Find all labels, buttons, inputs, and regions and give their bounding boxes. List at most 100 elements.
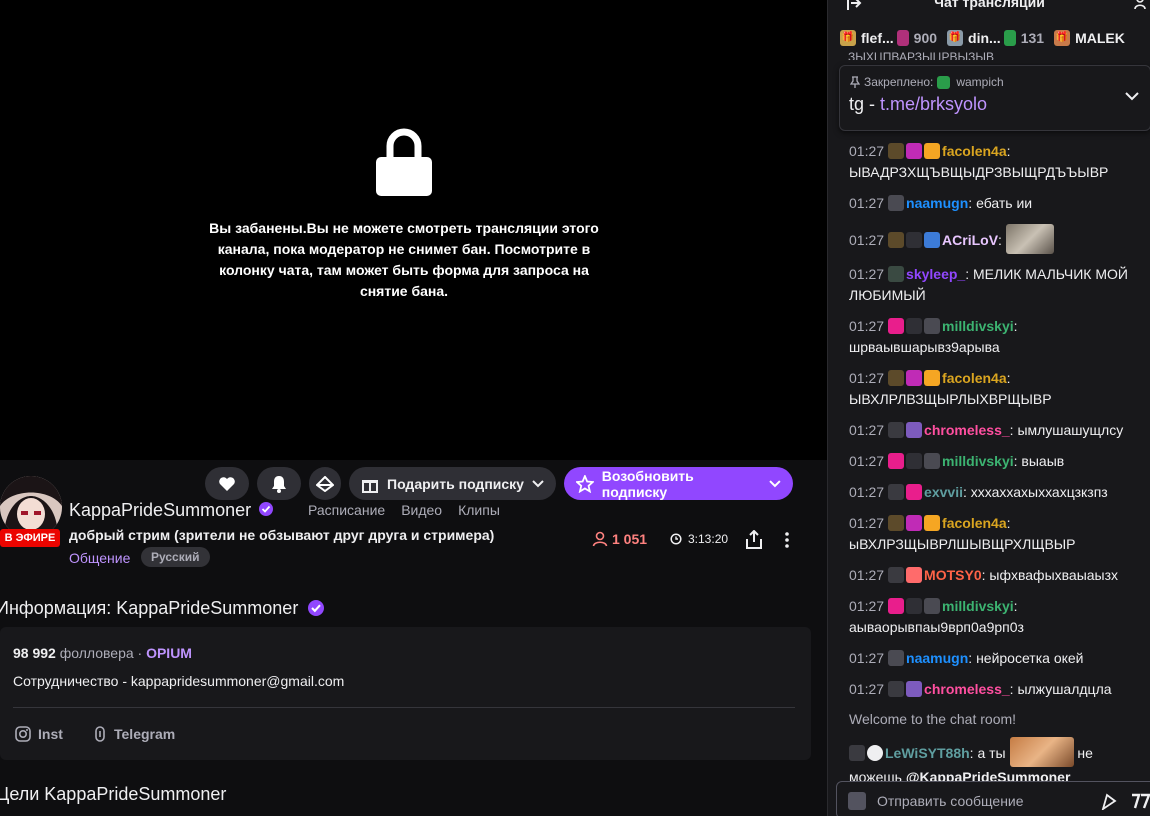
chat-badge-icon[interactable] <box>924 598 941 614</box>
chat-badge-icon[interactable] <box>888 195 905 211</box>
message-username[interactable]: ACriLoV <box>942 232 998 248</box>
chat-message[interactable]: 01:27 facolen4a: ыВХЛРЗЩЫВРЛШЫВЩРХЛЩВЫР <box>849 508 1146 560</box>
message-username[interactable]: MOTSY0 <box>924 567 982 583</box>
pinned-message[interactable]: Закреплено: wampich tg - t.me/brksyolo <box>839 65 1150 131</box>
chat-message[interactable]: 01:27 exvvii: хххаххахыххахцзкзпз <box>849 477 1146 508</box>
bits-icon[interactable] <box>1100 792 1118 810</box>
chat-settings-icon[interactable] <box>848 792 866 810</box>
chat-messages: 01:27 facolen4a: ЫВАДРЗХЩЪВЩЫДРЗВЫЩРДЪЪЫВ… <box>849 136 1146 793</box>
chat-badge-icon[interactable] <box>888 515 905 531</box>
channel-name[interactable]: KappaPrideSummoner <box>69 500 251 521</box>
prime-button[interactable] <box>309 467 341 500</box>
chat-badge-icon[interactable] <box>888 453 905 469</box>
notifications-button[interactable] <box>257 467 301 500</box>
chat-message[interactable]: 01:27 naamugn: нейросетка окей <box>849 643 1146 674</box>
chat-message[interactable]: 01:27 chromeless_: ылжушалдцла <box>849 674 1146 705</box>
message-username[interactable]: facolen4a <box>942 370 1007 386</box>
chat-badge-icon[interactable] <box>906 232 923 248</box>
chat-message[interactable]: 01:27 facolen4a: ЫВХЛРЛВЗЩЫРЛЫХВРЩЫВР <box>849 363 1146 415</box>
chat-message[interactable]: 01:27 milldivskyi: выаыв <box>849 446 1146 477</box>
chat-badge-icon[interactable] <box>906 370 923 386</box>
tab-schedule[interactable]: Расписание <box>308 502 385 518</box>
chat-badge-icon[interactable] <box>888 650 905 666</box>
gift-sub-button[interactable]: Подарить подписку <box>349 467 556 500</box>
message-username[interactable]: milldivskyi <box>942 598 1014 614</box>
chat-message[interactable]: 01:27 MOTSY0: ыфхвафыхваыаызх <box>849 560 1146 591</box>
chat-badge-icon[interactable] <box>888 318 905 334</box>
chat-badge-icon[interactable] <box>906 453 923 469</box>
main-column: Вы забанены.Вы не можете смотреть трансл… <box>0 0 827 816</box>
chat-message[interactable]: 01:27 skyleep_: МЕЛИК МАЛЬЧИК МОЙ ЛЮБИМЫЙ <box>849 259 1146 311</box>
chat-badge-icon[interactable] <box>924 143 941 159</box>
message-username[interactable]: chromeless_ <box>924 681 1010 697</box>
chat-message[interactable]: 01:27 ACriLoV: <box>849 219 1146 259</box>
chat-message[interactable]: 01:27 facolen4a: ЫВАДРЗХЩЪВЩЫДРЗВЫЩРДЪЪЫВ… <box>849 136 1146 188</box>
chat-badge-icon[interactable] <box>924 232 941 248</box>
stream-title: добрый стрим (зрители не обзывают друг д… <box>69 527 495 543</box>
chat-badge-icon[interactable] <box>849 745 865 761</box>
message-username[interactable]: exvvii <box>924 484 963 500</box>
chat-badge-icon[interactable] <box>888 422 905 438</box>
chat-message[interactable]: 01:27 milldivskyi: шрваывшарывз9арыва <box>849 311 1146 363</box>
gifter-entry[interactable]: 🎁 MALEK <box>1054 30 1125 46</box>
chat-input[interactable]: Отправить сообщение <box>836 781 1150 816</box>
pinned-by: wampich <box>956 75 1004 89</box>
chat-badge-icon[interactable] <box>906 318 923 334</box>
chat-badge-icon[interactable] <box>888 598 905 614</box>
tab-clips[interactable]: Клипы <box>458 502 500 518</box>
message-username[interactable]: skyleep_ <box>906 266 965 282</box>
tab-videos[interactable]: Видео <box>401 502 442 518</box>
skull-badge-icon[interactable] <box>867 745 883 761</box>
follow-button[interactable] <box>205 467 249 500</box>
chevron-down-icon[interactable] <box>1125 91 1139 101</box>
message-username[interactable]: facolen4a <box>942 143 1007 159</box>
language-tag[interactable]: Русский <box>141 547 210 567</box>
gift-badge-icon: 🎁 <box>947 30 964 46</box>
chat-badge-icon[interactable] <box>888 370 905 386</box>
chat-badge-icon[interactable] <box>888 266 905 282</box>
gift-sub-label: Подарить подписку <box>387 475 524 492</box>
emote-image[interactable] <box>1009 737 1074 767</box>
chat-badge-icon[interactable] <box>906 567 923 583</box>
chat-badge-icon[interactable] <box>906 484 923 500</box>
gifter-entry[interactable]: 🎁 flef... 900 <box>840 30 937 46</box>
gifter-entry[interactable]: 🎁 din... 131 <box>947 30 1044 46</box>
resubscribe-button[interactable]: Возобновить подписку <box>564 467 793 500</box>
chat-message[interactable]: 01:27 chromeless_: ымлушашущлсу <box>849 415 1146 446</box>
chat-badge-icon[interactable] <box>888 232 905 248</box>
social-link-inst[interactable]: Inst <box>15 726 63 742</box>
chat-badge-icon[interactable] <box>906 422 923 438</box>
share-icon[interactable] <box>745 530 763 550</box>
chat-badge-icon[interactable] <box>906 143 923 159</box>
message-username[interactable]: naamugn <box>906 195 968 211</box>
emote-image[interactable] <box>1005 224 1054 254</box>
chat-badge-icon[interactable] <box>888 484 905 500</box>
chat-badge-icon[interactable] <box>924 318 941 334</box>
chat-badge-icon[interactable] <box>906 681 923 697</box>
message-username[interactable]: naamugn <box>906 650 968 666</box>
emote-picker-icon[interactable] <box>1131 792 1150 810</box>
chat-badge-icon[interactable] <box>906 515 923 531</box>
chat-message[interactable]: 01:27 milldivskyi: аываорывпаы9врп0а9рп0з <box>849 591 1146 643</box>
category-link[interactable]: Общение <box>69 550 130 566</box>
social-link-telegram[interactable]: Telegram <box>93 726 175 742</box>
message-username[interactable]: chromeless_ <box>924 422 1010 438</box>
chat-badge-icon[interactable] <box>924 515 941 531</box>
chat-badge-icon[interactable] <box>924 453 941 469</box>
video-player[interactable]: Вы забанены.Вы не можете смотреть трансл… <box>0 0 827 460</box>
team-link[interactable]: OPIUM <box>146 645 192 661</box>
chat-badge-icon[interactable] <box>888 143 905 159</box>
pinned-link[interactable]: t.me/brksyolo <box>880 94 987 114</box>
message-username[interactable]: facolen4a <box>942 515 1007 531</box>
more-options-icon[interactable] <box>780 530 794 550</box>
chat-message[interactable]: 01:27 naamugn: ебать ии <box>849 188 1146 219</box>
gifter-count: 131 <box>1020 30 1045 46</box>
chat-badge-icon[interactable] <box>906 598 923 614</box>
message-username[interactable]: LeWiSYT88h <box>885 745 970 761</box>
chat-badge-icon[interactable] <box>888 681 905 697</box>
message-username[interactable]: milldivskyi <box>942 453 1014 469</box>
chat-badge-icon[interactable] <box>888 567 905 583</box>
message-username[interactable]: milldivskyi <box>942 318 1014 334</box>
chat-badge-icon[interactable] <box>924 370 941 386</box>
community-icon[interactable] <box>1134 0 1150 11</box>
